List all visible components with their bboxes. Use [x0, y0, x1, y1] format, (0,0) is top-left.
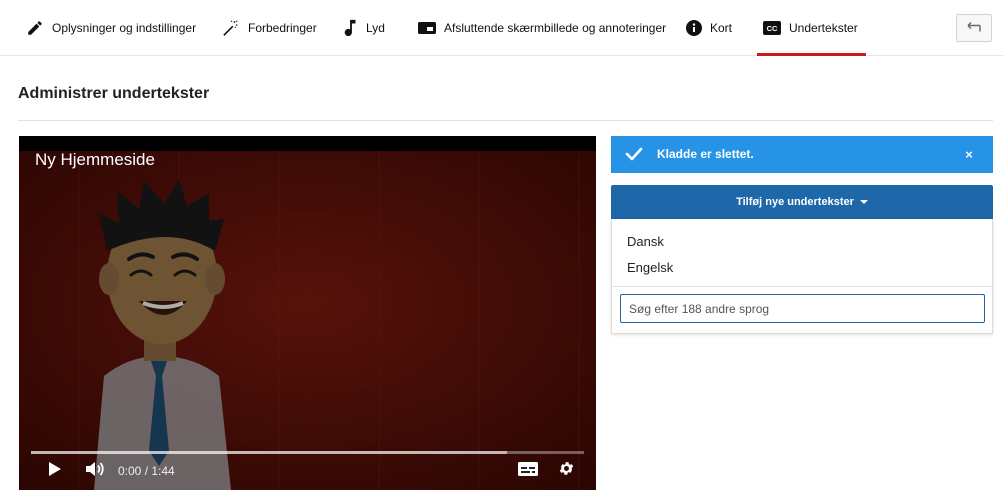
page-title: Administrer undertekster [18, 85, 210, 102]
language-search-input[interactable] [620, 294, 985, 323]
subtitles-icon [518, 461, 538, 481]
language-option[interactable]: Dansk [627, 234, 664, 249]
tab-label: Forbedringer [248, 21, 317, 35]
success-alert: Kladde er slettet. × [611, 136, 993, 173]
play-icon [48, 461, 62, 482]
music-note-icon [344, 19, 358, 37]
tab-subtitles[interactable]: CC Undertekster [757, 0, 866, 56]
close-icon[interactable]: × [959, 144, 979, 164]
tab-enhancements[interactable]: Forbedringer [220, 0, 317, 56]
progress-buffered [31, 451, 507, 454]
add-subtitles-button[interactable]: Tilføj nye undertekster [611, 185, 993, 219]
tab-label: Undertekster [789, 21, 858, 35]
info-icon [686, 20, 702, 36]
end-screen-icon [418, 21, 436, 35]
settings-gear-icon [558, 460, 575, 482]
tab-label: Kort [710, 21, 733, 35]
back-arrow-icon [967, 19, 981, 37]
pencil-icon [26, 19, 44, 37]
dropdown-divider [612, 286, 992, 287]
progress-bar[interactable] [31, 451, 584, 454]
cc-badge-text: CC [767, 24, 778, 33]
magic-wand-icon [220, 19, 240, 37]
play-button[interactable] [43, 458, 67, 484]
divider [18, 120, 993, 121]
tab-label: Afsluttende skærmbillede og annoteringer [444, 21, 667, 35]
settings-button[interactable] [553, 458, 579, 484]
volume-icon [85, 461, 105, 482]
subtitles-button[interactable] [515, 458, 541, 484]
tab-bar: Oplysninger og indstillinger Forbedringe… [0, 0, 1003, 56]
video-frame [19, 151, 596, 490]
video-player[interactable]: Ny Hjemmeside 0:00 / 1:44 [19, 136, 596, 490]
back-button[interactable] [956, 14, 992, 42]
checkmark-icon [625, 147, 643, 166]
alert-message: Kladde er slettet. [657, 147, 754, 161]
language-dropdown: Dansk Engelsk [611, 219, 993, 334]
language-option[interactable]: Engelsk [627, 260, 673, 275]
add-subtitles-label: Tilføj nye undertekster [736, 196, 854, 208]
tab-label: Oplysninger og indstillinger [52, 21, 197, 35]
tab-audio[interactable]: Lyd [344, 0, 385, 56]
tab-info-settings[interactable]: Oplysninger og indstillinger [26, 0, 196, 56]
caret-down-icon [859, 200, 868, 204]
video-title: Ny Hjemmeside [35, 150, 155, 169]
cc-icon: CC [763, 21, 781, 35]
time-display: 0:00 / 1:44 [118, 464, 175, 478]
tab-cards[interactable]: Kort [686, 0, 732, 56]
volume-button[interactable] [82, 458, 108, 484]
tab-label: Lyd [366, 21, 385, 35]
tab-end-screen[interactable]: Afsluttende skærmbillede og annoteringer [418, 0, 666, 56]
